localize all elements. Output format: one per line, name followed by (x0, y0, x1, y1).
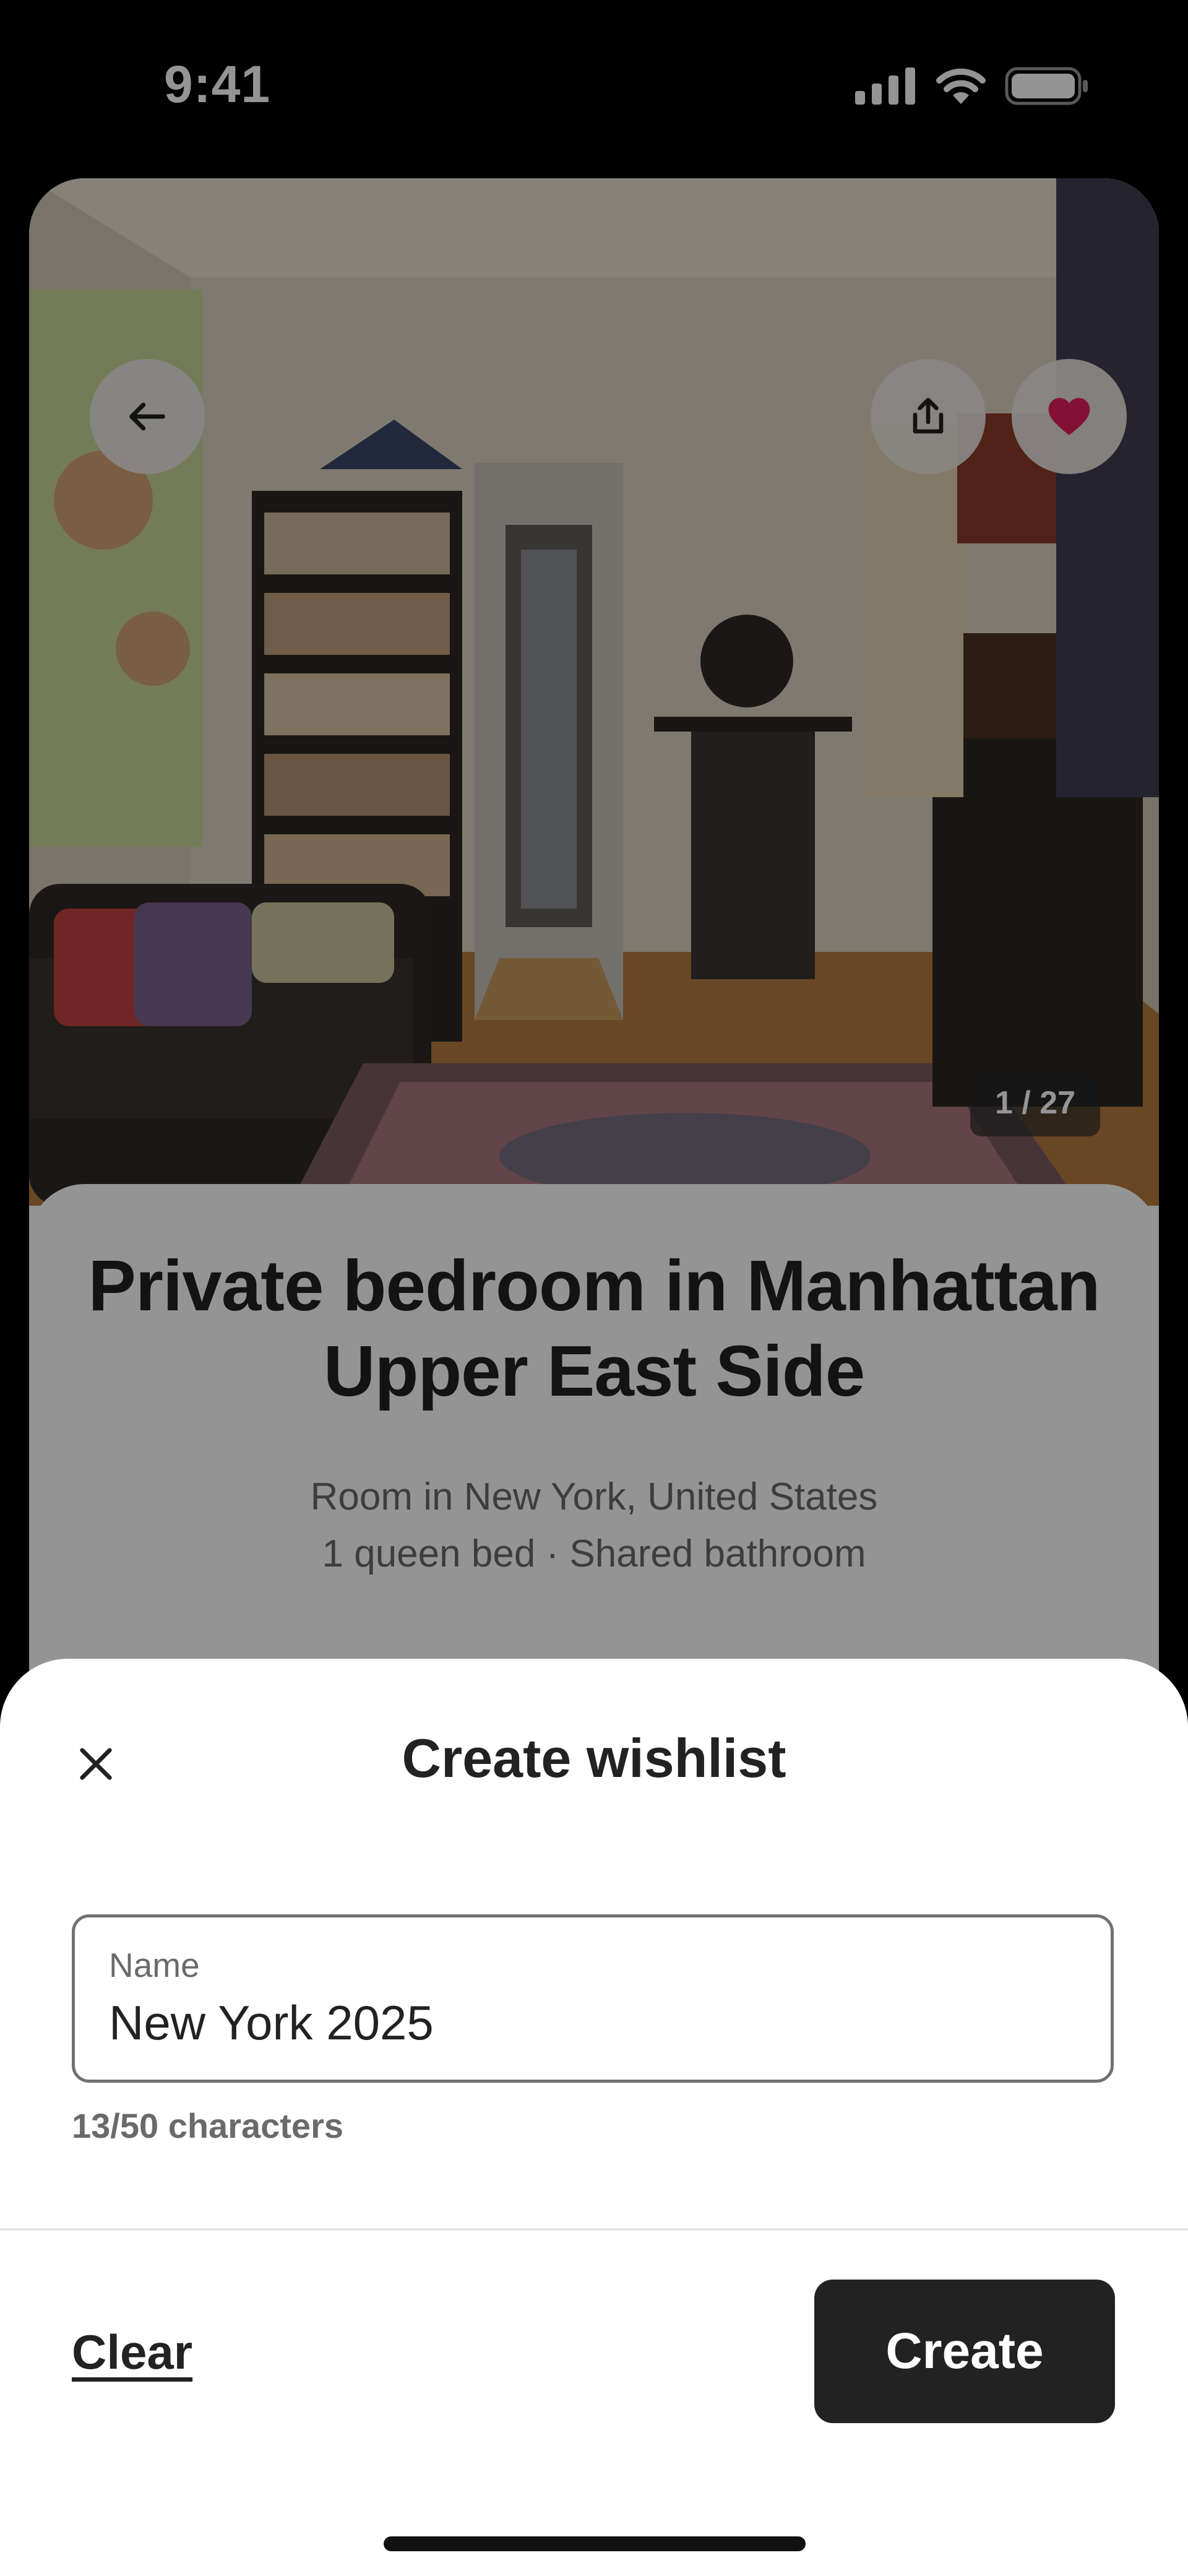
status-time: 9:41 (164, 55, 271, 113)
create-button[interactable]: Create (814, 2280, 1115, 2423)
home-indicator (384, 2536, 806, 2551)
create-wishlist-sheet: Create wishlist Name New York 2025 13/50… (0, 1659, 1188, 2576)
name-field[interactable]: Name New York 2025 (72, 1914, 1114, 2083)
status-icons (855, 67, 1089, 105)
character-count: 13/50 characters (72, 2106, 344, 2145)
listing-photo[interactable]: 1 / 27 (29, 178, 1159, 1206)
heart-icon (1048, 398, 1090, 435)
status-bar: 9:41 (0, 0, 1188, 173)
listing-location: Room in New York, United States (310, 1476, 878, 1518)
clear-button[interactable]: Clear (72, 2324, 192, 2380)
name-field-value[interactable]: New York 2025 (109, 1995, 434, 2051)
battery-icon (1005, 67, 1088, 105)
back-button[interactable] (90, 359, 205, 474)
arrow-left-icon (129, 402, 165, 431)
close-button[interactable] (62, 1730, 130, 1798)
listing-details: 1 queen bed · Shared bathroom (322, 1532, 866, 1575)
listing-title: Private bedroom in Manhattan Upper East … (88, 1245, 1101, 1411)
wifi-icon (936, 68, 986, 104)
share-icon (913, 397, 944, 434)
listing-photo-image (29, 178, 1159, 1206)
footer-divider (0, 2228, 1188, 2231)
saved-button[interactable] (1012, 359, 1127, 474)
cellular-signal-icon (855, 67, 915, 105)
listing-subtitle: Room in New York, United States 1 queen … (29, 1469, 1159, 1583)
photo-counter: 1 / 27 (970, 1070, 1100, 1136)
name-field-label: Name (109, 1946, 200, 1984)
close-icon (80, 1748, 112, 1780)
share-button[interactable] (871, 359, 986, 474)
sheet-title: Create wishlist (402, 1727, 786, 1789)
